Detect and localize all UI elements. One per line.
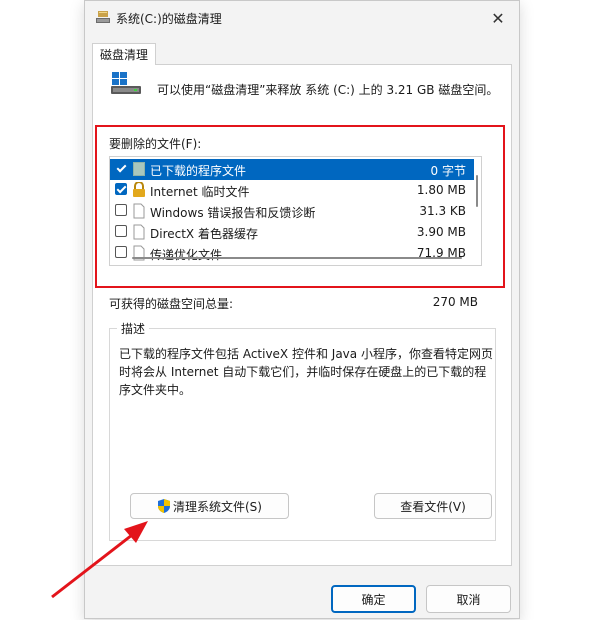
- clean-system-files-label: 清理系统文件(S): [173, 499, 262, 514]
- file-name: 已下载的程序文件: [150, 164, 247, 178]
- description-text: 已下载的程序文件包括 ActiveX 控件和 Java 小程序，你查看特定网页时…: [119, 347, 493, 397]
- clean-system-files-button[interactable]: 清理系统文件(S): [130, 493, 289, 519]
- file-name: Internet 临时文件: [150, 185, 250, 199]
- info-text: 可以使用“磁盘清理”来释放 系统 (C:) 上的 3.21 GB 磁盘空间。: [157, 83, 499, 97]
- list-item[interactable]: Windows 错误报告和反馈诊断 31.3 KB: [110, 201, 474, 222]
- file-name: 传递优化文件: [150, 248, 223, 262]
- checkbox[interactable]: [115, 183, 127, 195]
- checkbox[interactable]: [115, 225, 127, 237]
- files-to-delete-label: 要删除的文件(F):: [109, 137, 202, 151]
- tab-disk-cleanup[interactable]: 磁盘清理: [92, 43, 156, 65]
- list-item[interactable]: 已下载的程序文件 0 字节: [110, 159, 474, 180]
- title-bar: 系统(C:)的磁盘清理 ✕: [85, 1, 519, 35]
- tab-panel: 可以使用“磁盘清理”来释放 系统 (C:) 上的 3.21 GB 磁盘空间。 要…: [92, 64, 512, 566]
- available-space-label: 可获得的磁盘空间总量:: [109, 297, 234, 311]
- list-item[interactable]: Internet 临时文件 1.80 MB: [110, 180, 474, 201]
- list-item[interactable]: 传递优化文件 71.9 MB: [110, 243, 474, 264]
- shield-icon: [158, 499, 170, 513]
- checkbox[interactable]: [115, 204, 127, 216]
- disk-cleanup-icon: [96, 11, 110, 23]
- document-icon: [133, 224, 145, 240]
- checkbox[interactable]: [115, 246, 127, 258]
- close-button[interactable]: ✕: [477, 1, 519, 35]
- horizontal-scrollbar[interactable]: [132, 257, 462, 259]
- disk-cleanup-dialog: 系统(C:)的磁盘清理 ✕ 磁盘清理 可以使用“磁盘清理”来释放 系统 (C:)…: [84, 0, 520, 619]
- document-icon: [133, 203, 145, 219]
- close-icon: ✕: [491, 8, 505, 28]
- file-size: 1.80 MB: [416, 183, 466, 197]
- view-files-button[interactable]: 查看文件(V): [374, 493, 492, 519]
- file-list[interactable]: 已下载的程序文件 0 字节 Internet 临时文件 1.80 MB Wind…: [109, 156, 482, 266]
- drive-icon: [111, 72, 141, 94]
- cancel-button[interactable]: 取消: [426, 585, 511, 613]
- description-legend: 描述: [117, 320, 150, 337]
- file-name: DirectX 着色器缓存: [150, 227, 258, 241]
- file-size: 31.3 KB: [419, 204, 466, 218]
- checkbox[interactable]: [115, 162, 127, 174]
- file-size: 3.90 MB: [416, 225, 466, 239]
- available-space-value: 270 MB: [432, 295, 478, 309]
- ok-button[interactable]: 确定: [331, 585, 416, 613]
- view-files-label: 查看文件(V): [400, 499, 466, 514]
- folder-icon: [133, 162, 145, 176]
- vertical-scrollbar[interactable]: [476, 175, 478, 207]
- file-size: 0 字节: [430, 164, 466, 178]
- ok-label: 确定: [361, 592, 386, 607]
- window-title: 系统(C:)的磁盘清理: [116, 12, 222, 26]
- list-item[interactable]: DirectX 着色器缓存 3.90 MB: [110, 222, 474, 243]
- lock-icon: [133, 182, 145, 197]
- file-name: Windows 错误报告和反馈诊断: [150, 206, 316, 220]
- cancel-label: 取消: [456, 592, 481, 607]
- tab-label: 磁盘清理: [99, 48, 148, 62]
